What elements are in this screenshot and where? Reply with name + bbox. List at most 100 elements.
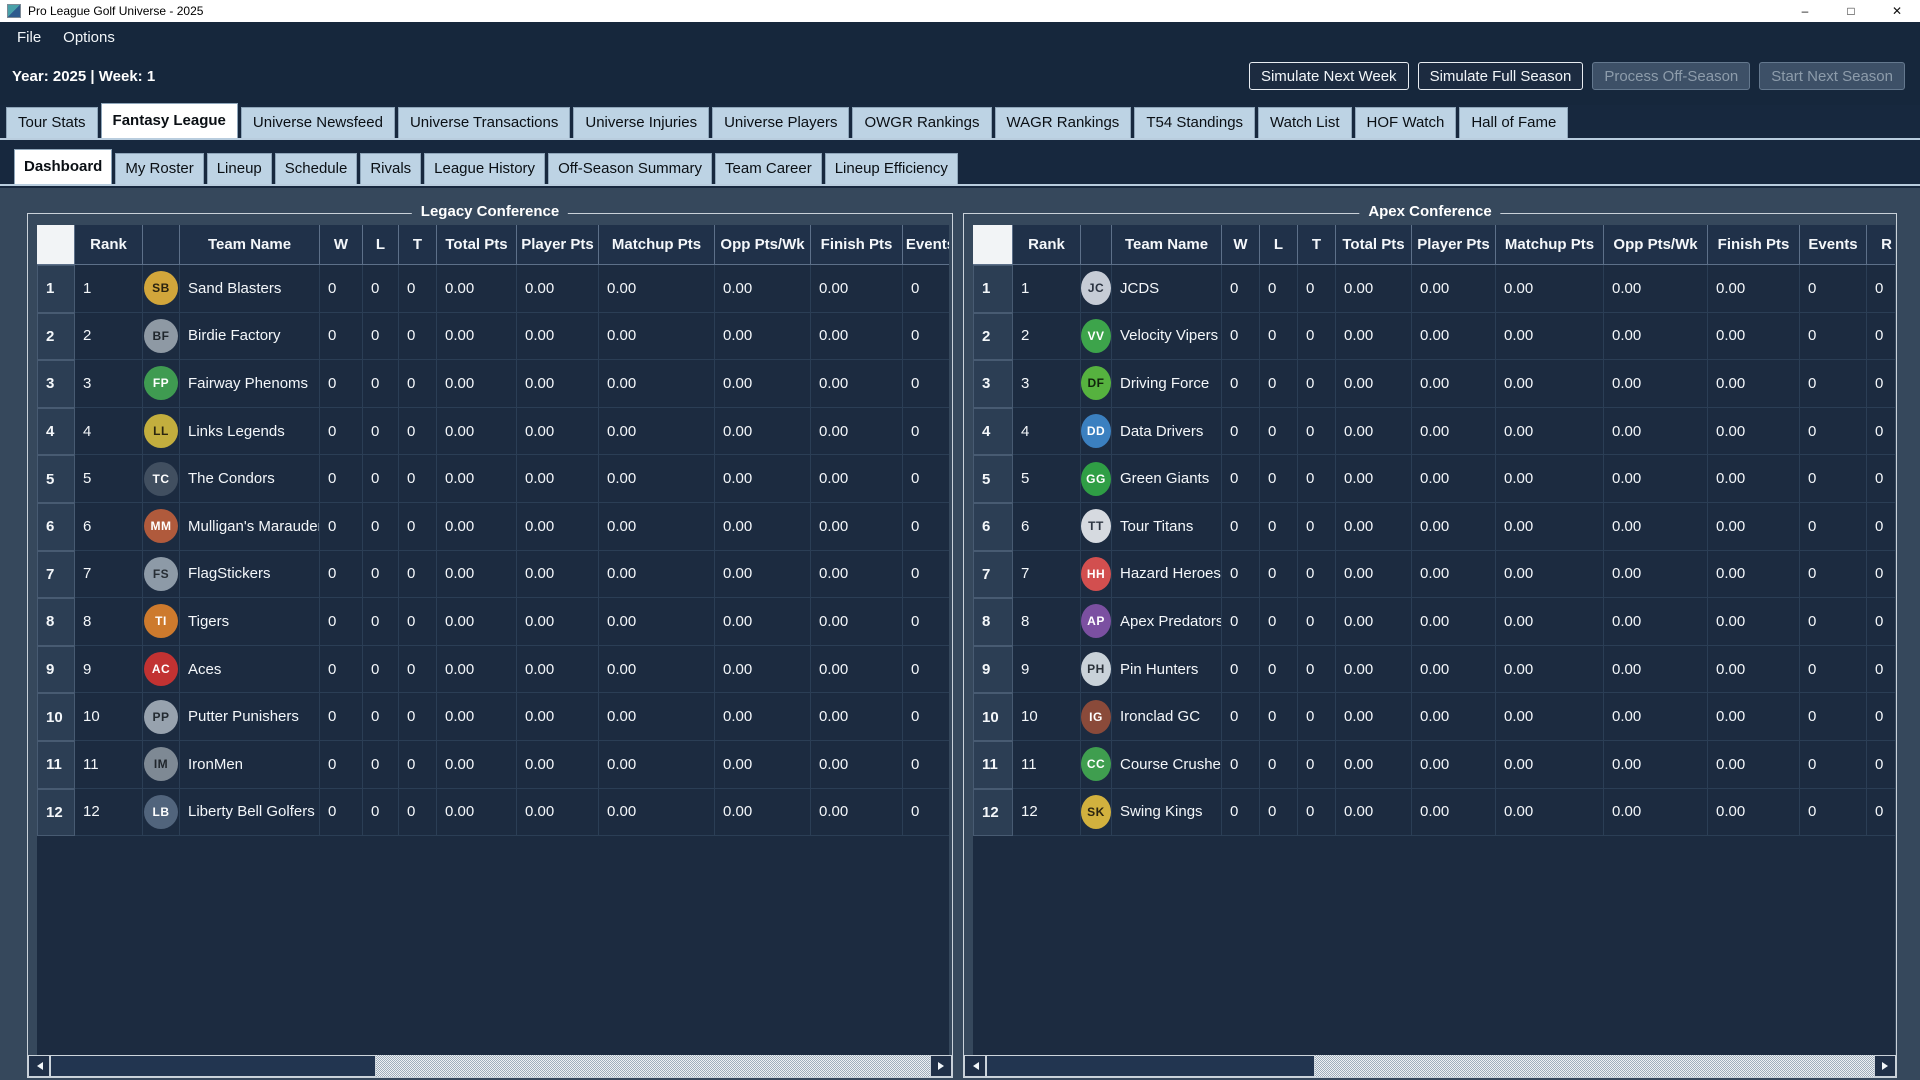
stat-cell-events[interactable]: 0 xyxy=(1800,313,1867,361)
stat-cell-matchup-pts[interactable]: 0.00 xyxy=(599,693,715,741)
row-header-cell[interactable]: 2 xyxy=(973,313,1013,361)
tab-universe-injuries[interactable]: Universe Injuries xyxy=(573,107,709,138)
stat-cell-w[interactable]: 0 xyxy=(320,598,363,646)
stat-cell-l[interactable]: 0 xyxy=(363,551,399,599)
stat-cell-w[interactable]: 0 xyxy=(320,455,363,503)
stat-cell-l[interactable]: 0 xyxy=(363,455,399,503)
stat-cell-matchup-pts[interactable]: 0.00 xyxy=(599,646,715,694)
stat-cell-opp-pts-wk[interactable]: 0.00 xyxy=(1604,646,1708,694)
tab-hof-watch[interactable]: HOF Watch xyxy=(1355,107,1457,138)
stat-cell-l[interactable]: 0 xyxy=(363,408,399,456)
team-row[interactable]: 99ACAces0000.000.000.000.000.0000 xyxy=(37,646,949,694)
stat-cell-finish-pts[interactable]: 0.00 xyxy=(1708,551,1800,599)
stat-cell-r[interactable]: 0 xyxy=(1867,693,1895,741)
stat-cell-events[interactable]: 0 xyxy=(1800,265,1867,313)
scroll-track[interactable] xyxy=(986,1055,1874,1077)
column-header-opp-pts-wk[interactable]: Opp Pts/Wk xyxy=(715,225,811,265)
minimize-icon[interactable]: – xyxy=(1782,0,1828,22)
column-header-matchup-pts[interactable]: Matchup Pts xyxy=(599,225,715,265)
column-header-total-pts[interactable]: Total Pts xyxy=(1336,225,1412,265)
stat-cell-finish-pts[interactable]: 0.00 xyxy=(1708,455,1800,503)
team-name-cell[interactable]: Putter Punishers xyxy=(180,693,320,741)
team-name-cell[interactable]: The Condors xyxy=(180,455,320,503)
row-header-cell[interactable]: 12 xyxy=(37,789,75,837)
team-row[interactable]: 66MMMulligan's Marauders0000.000.000.000… xyxy=(37,503,949,551)
logo-cell[interactable]: AP xyxy=(1081,598,1112,646)
row-header-cell[interactable]: 4 xyxy=(37,408,75,456)
stat-cell-events[interactable]: 0 xyxy=(1800,789,1867,837)
tab-watch-list[interactable]: Watch List xyxy=(1258,107,1351,138)
stat-cell-finish-pts[interactable]: 0.00 xyxy=(1708,265,1800,313)
scroll-left-arrow-icon[interactable] xyxy=(28,1055,50,1077)
column-header-r[interactable]: R xyxy=(1867,225,1895,265)
logo-cell[interactable]: LB xyxy=(143,789,180,837)
scroll-right-arrow-icon[interactable] xyxy=(1874,1055,1896,1077)
menu-file[interactable]: File xyxy=(6,25,52,50)
column-header-finish-pts[interactable]: Finish Pts xyxy=(1708,225,1800,265)
stat-cell-matchup-pts[interactable]: 0.00 xyxy=(599,313,715,361)
stat-cell-w[interactable]: 0 xyxy=(1222,789,1260,837)
rank-cell[interactable]: 1 xyxy=(75,265,143,313)
row-header-cell[interactable]: 11 xyxy=(37,741,75,789)
stat-cell-t[interactable]: 0 xyxy=(1298,693,1336,741)
subtab-rivals[interactable]: Rivals xyxy=(360,153,421,184)
stat-cell-w[interactable]: 0 xyxy=(1222,455,1260,503)
stat-cell-opp-pts-wk[interactable]: 0.00 xyxy=(1604,693,1708,741)
rank-cell[interactable]: 12 xyxy=(1013,789,1081,837)
stat-cell-r[interactable]: 0 xyxy=(1867,455,1895,503)
stat-cell-matchup-pts[interactable]: 0.00 xyxy=(599,741,715,789)
stat-cell-finish-pts[interactable]: 0.00 xyxy=(1708,693,1800,741)
stat-cell-t[interactable]: 0 xyxy=(1298,551,1336,599)
team-name-cell[interactable]: Tigers xyxy=(180,598,320,646)
subtab-league-history[interactable]: League History xyxy=(424,153,545,184)
stat-cell-r[interactable]: 0 xyxy=(1867,646,1895,694)
stat-cell-t[interactable]: 0 xyxy=(1298,503,1336,551)
stat-cell-total-pts[interactable]: 0.00 xyxy=(1336,313,1412,361)
logo-cell[interactable]: MM xyxy=(143,503,180,551)
stat-cell-t[interactable]: 0 xyxy=(399,455,437,503)
rank-cell[interactable]: 4 xyxy=(75,408,143,456)
stat-cell-finish-pts[interactable]: 0.00 xyxy=(1708,408,1800,456)
logo-cell[interactable]: JC xyxy=(1081,265,1112,313)
column-header-matchup-pts[interactable]: Matchup Pts xyxy=(1496,225,1604,265)
stat-cell-t[interactable]: 0 xyxy=(399,551,437,599)
logo-cell[interactable]: CC xyxy=(1081,741,1112,789)
logo-cell[interactable]: SB xyxy=(143,265,180,313)
stat-cell-total-pts[interactable]: 0.00 xyxy=(1336,503,1412,551)
subtab-off-season-summary[interactable]: Off-Season Summary xyxy=(548,153,712,184)
stat-cell-matchup-pts[interactable]: 0.00 xyxy=(599,455,715,503)
team-name-cell[interactable]: FlagStickers xyxy=(180,551,320,599)
tab-universe-players[interactable]: Universe Players xyxy=(712,107,849,138)
logo-cell[interactable]: GG xyxy=(1081,455,1112,503)
stat-cell-opp-pts-wk[interactable]: 0.00 xyxy=(715,646,811,694)
stat-cell-events[interactable]: 0 xyxy=(903,503,949,551)
tab-owgr-rankings[interactable]: OWGR Rankings xyxy=(852,107,991,138)
team-row[interactable]: 44DDData Drivers0000.000.000.000.000.000… xyxy=(973,408,1895,456)
stat-cell-total-pts[interactable]: 0.00 xyxy=(1336,693,1412,741)
rank-cell[interactable]: 10 xyxy=(1013,693,1081,741)
stat-cell-total-pts[interactable]: 0.00 xyxy=(437,503,517,551)
stat-cell-matchup-pts[interactable]: 0.00 xyxy=(1496,693,1604,741)
column-header-team-name[interactable]: Team Name xyxy=(180,225,320,265)
team-name-cell[interactable]: Green Giants xyxy=(1112,455,1222,503)
stat-cell-player-pts[interactable]: 0.00 xyxy=(1412,455,1496,503)
stat-cell-l[interactable]: 0 xyxy=(1260,551,1298,599)
rank-cell[interactable]: 8 xyxy=(75,598,143,646)
rank-cell[interactable]: 11 xyxy=(75,741,143,789)
team-row[interactable]: 1111IMIronMen0000.000.000.000.000.0000 xyxy=(37,741,949,789)
team-row[interactable]: 1212LBLiberty Bell Golfers0000.000.000.0… xyxy=(37,789,949,837)
stat-cell-w[interactable]: 0 xyxy=(320,646,363,694)
team-name-cell[interactable]: Pin Hunters xyxy=(1112,646,1222,694)
team-name-cell[interactable]: Fairway Phenoms xyxy=(180,360,320,408)
logo-cell[interactable]: TI xyxy=(143,598,180,646)
stat-cell-w[interactable]: 0 xyxy=(320,693,363,741)
stat-cell-t[interactable]: 0 xyxy=(1298,789,1336,837)
column-header-l[interactable]: L xyxy=(363,225,399,265)
stat-cell-t[interactable]: 0 xyxy=(1298,265,1336,313)
column-header-logo[interactable] xyxy=(143,225,180,265)
stat-cell-player-pts[interactable]: 0.00 xyxy=(517,408,599,456)
column-header-total-pts[interactable]: Total Pts xyxy=(437,225,517,265)
stat-cell-player-pts[interactable]: 0.00 xyxy=(1412,598,1496,646)
horizontal-scrollbar[interactable] xyxy=(28,1055,952,1077)
stat-cell-t[interactable]: 0 xyxy=(399,408,437,456)
